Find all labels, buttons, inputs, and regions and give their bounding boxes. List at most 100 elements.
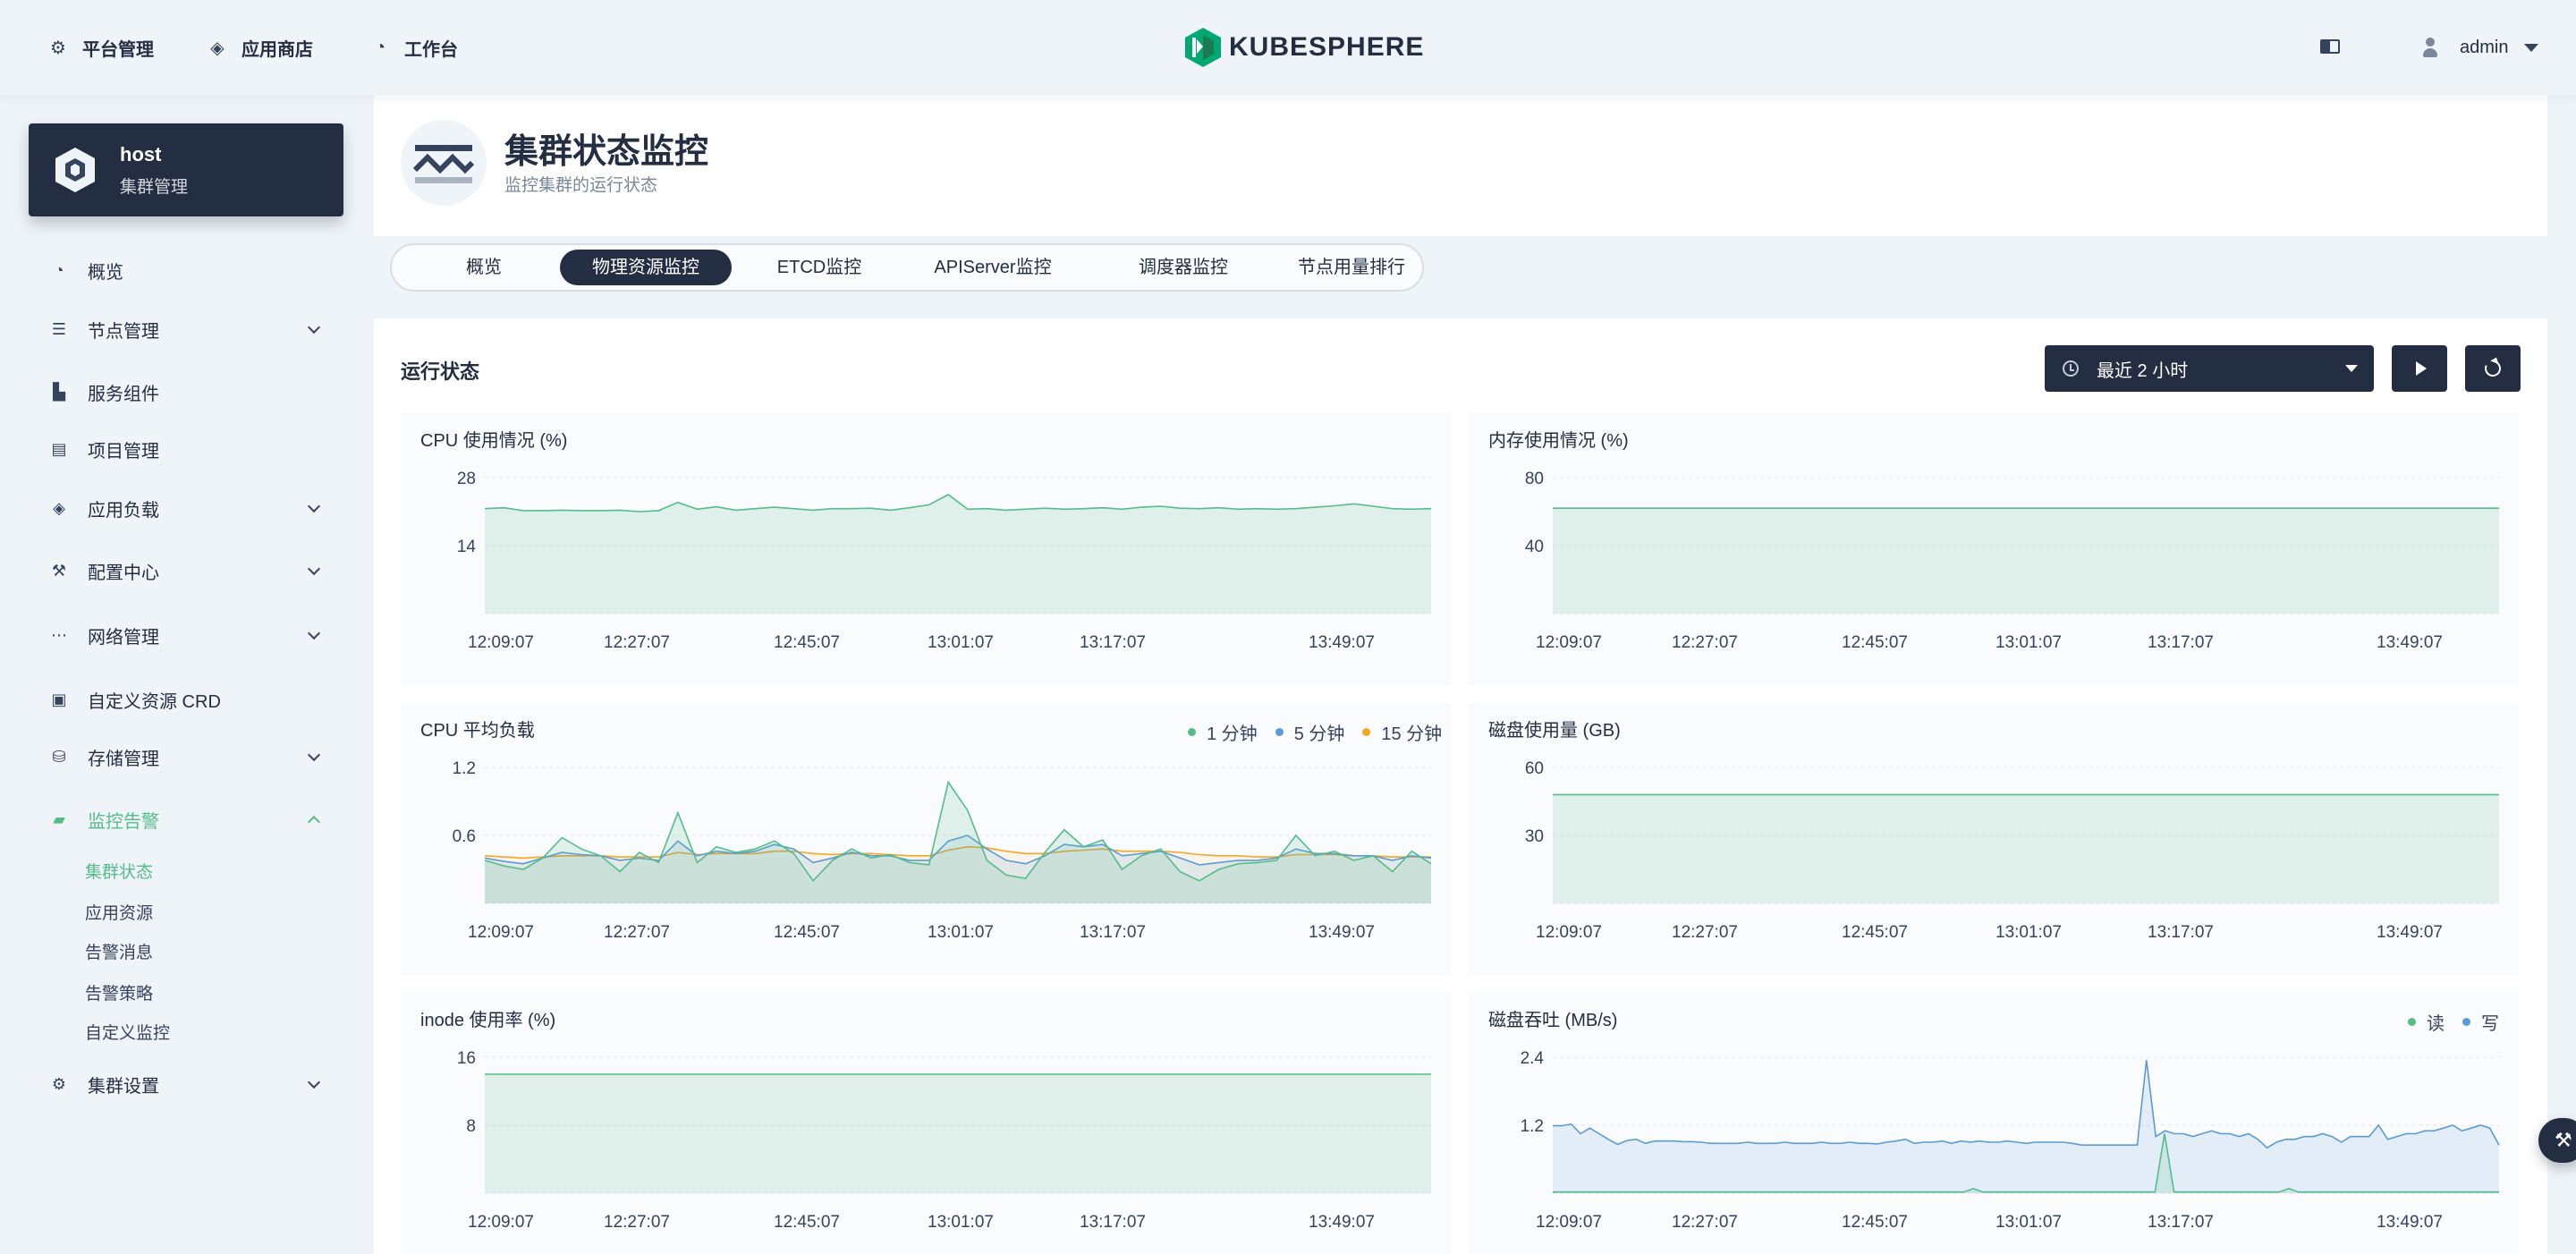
sidebar-subitem-alert-policies[interactable]: 告警策略 xyxy=(85,980,153,1004)
y-tick-label: 80 xyxy=(1525,470,1544,488)
cluster-subtitle: 集群管理 xyxy=(120,178,189,197)
sidebar-item-label: 配置中心 xyxy=(88,563,159,583)
database-icon: ⛁ xyxy=(52,747,66,766)
cluster-hexagon-icon xyxy=(55,148,95,192)
tab-physical-resources[interactable]: 物理资源监控 xyxy=(560,250,732,285)
chart-title: inode 使用率 (%) xyxy=(420,1011,556,1030)
sidebar-subitem-custom-monitoring[interactable]: 自定义监控 xyxy=(85,1020,170,1044)
x-tick-label: 12:09:07 xyxy=(1536,633,1602,652)
sidebar-item-config[interactable]: ⚒ 配置中心 xyxy=(50,553,327,589)
kubesphere-logo[interactable]: KUBESPHERE xyxy=(1184,27,1424,68)
nav-label: 平台管理 xyxy=(82,39,154,60)
nav-label: 应用商店 xyxy=(242,39,313,60)
page-title: 集群状态监控 xyxy=(504,133,709,171)
tab-bar: 概览 物理资源监控 ETCD监控 APIServer监控 调度器监控 节点用量排… xyxy=(390,243,1424,292)
tab-node-usage-ranking[interactable]: 节点用量排行 xyxy=(1268,250,1435,285)
crd-icon: ▣ xyxy=(51,690,67,708)
chart-legend: 1 分钟 5 分钟 15 分钟 xyxy=(1170,719,1442,745)
legend-label: 1 分钟 xyxy=(1207,724,1258,744)
x-tick-label: 13:49:07 xyxy=(1309,1213,1375,1232)
sidebar-item-label: 自定义资源 CRD xyxy=(88,691,221,712)
page-header: 集群状态监控 监控集群的运行状态 xyxy=(374,95,2547,236)
sidebar-item-label: 网络管理 xyxy=(88,627,159,648)
x-tick-label: 13:49:07 xyxy=(2377,923,2443,942)
x-tick-label: 13:49:07 xyxy=(2377,1213,2443,1232)
sidebar-item-network[interactable]: ⋯ 网络管理 xyxy=(50,617,327,653)
panel-title: 运行状态 xyxy=(401,360,480,383)
gear-icon: ⚙ xyxy=(51,1074,67,1093)
refresh-button[interactable] xyxy=(2465,345,2521,392)
y-tick-label: 1.2 xyxy=(1521,1117,1544,1136)
sidebar-item-projects[interactable]: ▤ 项目管理 xyxy=(50,431,327,467)
x-tick-label: 13:01:07 xyxy=(1996,923,2062,942)
x-tick-label: 13:17:07 xyxy=(1080,1213,1146,1232)
series-area xyxy=(485,782,1431,903)
nav-app-store[interactable]: ◈ 应用商店 xyxy=(202,32,313,63)
legend-label: 写 xyxy=(2481,1014,2499,1034)
series-area xyxy=(1553,794,2499,903)
sidebar-item-label: 应用负载 xyxy=(88,500,159,521)
theme-toggle-icon[interactable] xyxy=(2320,39,2340,54)
monitoring-panel: 运行状态 最近 2 小时 28 14 12:09:07 12:27:07 12:45:0… xyxy=(374,318,2547,1254)
x-tick-label: 12:27:07 xyxy=(604,1213,670,1232)
x-tick-label: 13:49:07 xyxy=(2377,633,2443,652)
floating-toolbox-button[interactable]: ⚒ xyxy=(2538,1118,2576,1163)
sidebar-item-crd[interactable]: ▣ 自定义资源 CRD xyxy=(50,682,327,717)
sidebar-item-label: 服务组件 xyxy=(88,384,159,404)
chart-plot: 28 14 12:09:07 12:27:07 12:45:07 13:01:07 13:1… xyxy=(457,470,1432,652)
page-description: 监控集群的运行状态 xyxy=(504,176,658,195)
y-tick-label: 1.2 xyxy=(453,759,476,778)
x-tick-label: 13:17:07 xyxy=(1080,633,1146,652)
chart-title: 内存使用情况 (%) xyxy=(1488,431,1629,451)
tab-scheduler[interactable]: 调度器监控 xyxy=(1107,250,1259,285)
y-tick-label: 0.6 xyxy=(453,827,476,846)
user-menu[interactable]: admin xyxy=(2420,32,2539,63)
nav-workbench[interactable]: ◔ 工作台 xyxy=(365,32,458,63)
sidebar-subitem-app-resources[interactable]: 应用资源 xyxy=(85,900,153,924)
sidebar-item-nodes[interactable]: ☰ 节点管理 xyxy=(50,311,327,347)
x-tick-label: 12:45:07 xyxy=(774,1213,840,1232)
time-range-select[interactable]: 最近 2 小时 xyxy=(2045,345,2374,392)
chart-title: CPU 使用情况 (%) xyxy=(420,431,568,451)
server-icon: ☰ xyxy=(51,319,67,338)
tab-apiserver[interactable]: APIServer监控 xyxy=(898,250,1088,285)
sidebar-subitem-alert-messages[interactable]: 告警消息 xyxy=(85,939,153,963)
cluster-card[interactable]: host 集群管理 xyxy=(29,123,343,216)
tab-overview[interactable]: 概览 xyxy=(429,250,538,285)
x-tick-label: 13:01:07 xyxy=(928,633,994,652)
monitor-icon: ▰ xyxy=(53,809,65,828)
chart-memory-usage: 80 40 12:09:07 12:27:07 12:45:07 13:01:07 13:1… xyxy=(1469,413,2519,685)
brand-name: KUBESPHERE xyxy=(1229,32,1425,62)
chevron-down-icon xyxy=(307,1075,321,1089)
sidebar-item-components[interactable]: ▙ 服务组件 xyxy=(50,374,327,410)
chevron-down-icon xyxy=(307,320,321,335)
legend-label: 读 xyxy=(2427,1014,2445,1034)
sidebar-item-storage[interactable]: ⛁ 存储管理 xyxy=(50,739,327,775)
hammer-icon: ⚒ xyxy=(2555,1129,2572,1151)
tab-etcd[interactable]: ETCD监控 xyxy=(750,250,889,285)
components-icon: ▙ xyxy=(53,382,65,401)
legend-label: 15 分钟 xyxy=(1381,724,1443,744)
legend-dot xyxy=(1362,728,1371,736)
x-tick-label: 12:09:07 xyxy=(468,1213,534,1232)
x-tick-label: 12:45:07 xyxy=(774,923,840,942)
sidebar-subitem-cluster-status[interactable]: 集群状态 xyxy=(85,859,153,883)
sidebar-item-label: 项目管理 xyxy=(88,441,159,462)
sidebar-item-cluster-settings[interactable]: ⚙ 集群设置 xyxy=(50,1066,327,1102)
x-tick-label: 12:27:07 xyxy=(1672,923,1738,942)
x-tick-label: 12:27:07 xyxy=(1672,633,1738,652)
legend-label: 5 分钟 xyxy=(1293,724,1345,744)
x-tick-label: 13:49:07 xyxy=(1309,633,1375,652)
chart-plot: 80 40 12:09:07 12:27:07 12:45:07 13:01:07 13:1… xyxy=(1525,470,2499,652)
legend-dot xyxy=(1275,728,1284,736)
chart-cpu-usage: 28 14 12:09:07 12:27:07 12:45:07 13:01:07 13:1… xyxy=(401,413,1451,685)
sidebar-item-workloads[interactable]: ◈ 应用负载 xyxy=(50,490,327,526)
sidebar-item-monitoring[interactable]: ▰ 监控告警 xyxy=(50,801,327,837)
time-range-value: 最近 2 小时 xyxy=(2097,360,2189,381)
play-button[interactable] xyxy=(2392,345,2447,392)
sidebar-item-overview[interactable]: ◔ 概览 xyxy=(50,252,327,288)
chart-inode-usage: 16 8 12:09:07 12:27:07 12:45:07 13:01:07 13:17… xyxy=(401,993,1451,1254)
nav-platform-management[interactable]: ⚙ 平台管理 xyxy=(43,32,154,63)
x-tick-label: 12:27:07 xyxy=(604,923,670,942)
chart-legend: 读 写 xyxy=(2390,1009,2499,1035)
